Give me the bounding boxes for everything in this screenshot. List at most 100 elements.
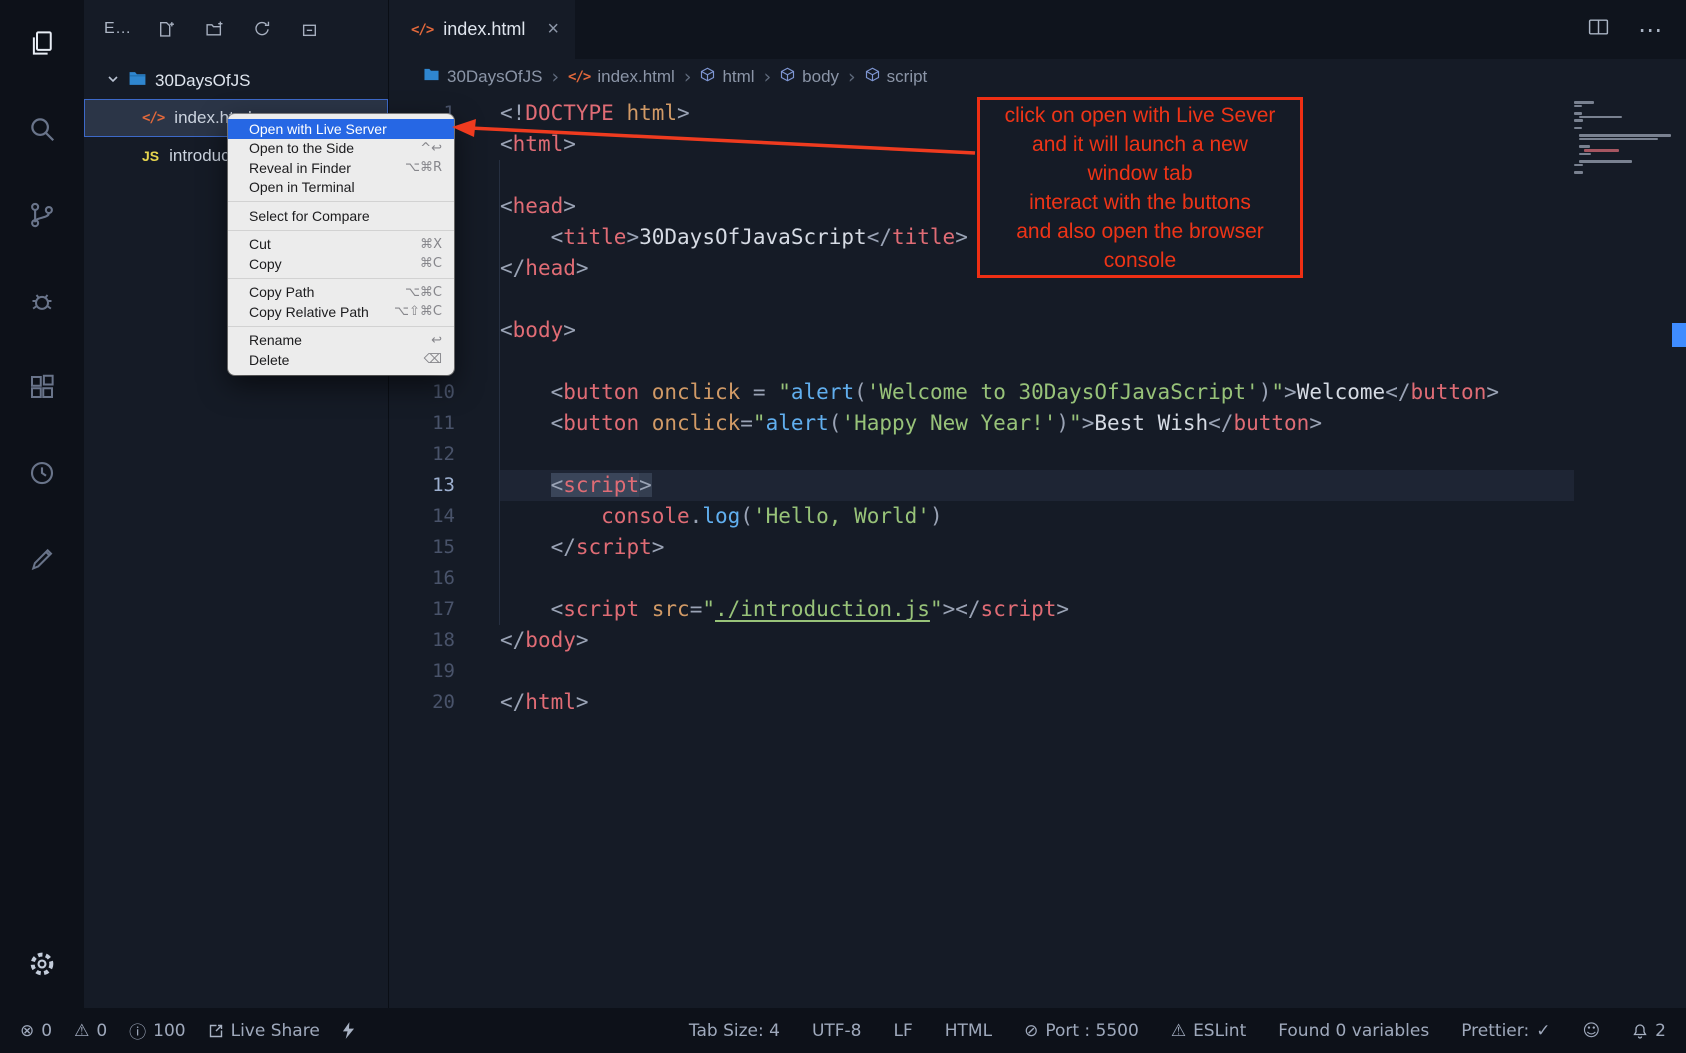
status-variables[interactable]: Found 0 variables [1278,1021,1429,1041]
minimap-line [1574,105,1582,108]
source-control-icon[interactable] [0,172,84,258]
menu-item-label: Copy Relative Path [249,304,394,320]
menu-item-copy-relative-path[interactable]: Copy Relative Path⌥⇧⌘C [228,302,454,322]
info-icon: ⓘ [129,1018,146,1043]
menu-item-copy[interactable]: Copy⌘C [228,254,454,274]
status-tab-size[interactable]: Tab Size: 4 [689,1021,780,1041]
collapse-all-icon[interactable] [301,20,319,38]
minimap-line [1574,171,1583,174]
breadcrumb-item-script[interactable]: script [865,67,928,87]
menu-item-open-with-live-server[interactable]: Open with Live Server [228,119,454,139]
settings-gear-icon[interactable] [0,920,84,1008]
minimap-line [1574,127,1582,130]
line-content: </body> [500,625,1574,656]
breadcrumb-item-30daysofjs[interactable]: 30DaysOfJS [423,67,542,87]
menu-item-rename[interactable]: Rename↩ [228,331,454,351]
context-menu: Open with Live ServerOpen to the Side^↩R… [228,114,454,375]
folder-icon [423,67,440,87]
code-line-12[interactable]: 12 [389,439,1686,470]
code-line-7[interactable]: 7 [389,284,1686,315]
status-errors[interactable]: ⊗0 [20,1021,52,1041]
menu-separator [228,201,454,202]
close-tab-icon[interactable]: × [547,18,559,41]
menu-item-shortcut: ⌫ [424,352,442,367]
minimap-line [1579,138,1658,141]
feedback-pen-icon[interactable] [0,516,84,602]
code-line-11[interactable]: 11 <button onclick="alert('Happy New Yea… [389,408,1686,439]
line-content: console.log('Hello, World') [500,501,1574,532]
status-text: Live Share [231,1021,320,1041]
code-line-10[interactable]: 10 <button onclick = "alert('Welcome to … [389,377,1686,408]
split-editor-icon[interactable] [1587,16,1610,43]
status-warnings[interactable]: ⚠0 [74,1021,107,1041]
menu-item-open-in-terminal[interactable]: Open in Terminal [228,178,454,198]
breadcrumb-item-html[interactable]: html [700,67,754,87]
menu-item-label: Copy Path [249,284,405,300]
code-line-14[interactable]: 14 console.log('Hello, World') [389,501,1686,532]
status-eslint[interactable]: ⚠ ESLint [1171,1021,1246,1041]
status-prettier[interactable]: Prettier:✓ [1461,1021,1550,1041]
symbol-cube-icon [780,67,795,87]
warning-icon: ⚠ [1171,1021,1186,1041]
status-text: ESLint [1193,1021,1246,1041]
line-number: 12 [389,439,455,470]
refresh-icon[interactable] [253,20,271,38]
code-line-8[interactable]: 8<body> [389,315,1686,346]
search-icon[interactable] [0,86,84,172]
status-text: 100 [153,1021,185,1041]
annotation-line: window tab [1087,159,1192,188]
status-port[interactable]: ⊘Port : 5500 [1024,1021,1139,1041]
status-encoding[interactable]: UTF-8 [812,1021,862,1041]
status-live-share[interactable]: Live Share [208,1021,320,1041]
status-language-mode[interactable]: HTML [945,1021,992,1041]
status-eol[interactable]: LF [894,1021,913,1041]
status-lightning[interactable] [342,1022,355,1039]
clock-icon[interactable] [0,430,84,516]
breadcrumb-item-index-html[interactable]: </>index.html [568,67,675,87]
annotation-line: and also open the browser [1016,217,1264,246]
explorer-icon[interactable] [0,0,84,86]
menu-item-label: Open with Live Server [249,121,442,137]
code-line-18[interactable]: 18 </body> [389,625,1686,656]
line-number: 10 [389,377,455,408]
code-line-13[interactable]: 13 <script> [389,470,1686,501]
tab-index-html[interactable]: </> index.html × [389,0,575,59]
new-file-icon[interactable] [157,20,175,38]
menu-item-cut[interactable]: Cut⌘X [228,235,454,255]
menu-separator [228,230,454,231]
menu-item-open-to-the-side[interactable]: Open to the Side^↩ [228,139,454,159]
debug-icon[interactable] [0,258,84,344]
line-number: 19 [389,656,455,687]
status-notifications[interactable]: 2 [1632,1021,1666,1041]
menu-item-delete[interactable]: Delete⌫ [228,350,454,370]
menu-item-select-for-compare[interactable]: Select for Compare [228,206,454,226]
menu-separator [228,278,454,279]
menu-item-shortcut: ^↩ [420,141,442,156]
code-line-9[interactable]: 9 [389,346,1686,377]
status-info[interactable]: ⓘ 100 [129,1018,185,1043]
annotation-line: and it will launch a new [1032,130,1248,159]
line-number: 13 [389,470,455,501]
code-line-20[interactable]: 20</html> [389,687,1686,718]
line-content [500,656,1574,687]
menu-item-reveal-in-finder[interactable]: Reveal in Finder⌥⌘R [228,158,454,178]
status-text: HTML [945,1021,992,1041]
folder-row-30daysofjs[interactable]: 30DaysOfJS [84,63,388,99]
menu-item-copy-path[interactable]: Copy Path⌥⌘C [228,283,454,303]
breadcrumb-item-body[interactable]: body [780,67,839,87]
folder-label: 30DaysOfJS [155,71,250,91]
status-text: Found 0 variables [1278,1021,1429,1041]
status-feedback-smiley[interactable]: ☺ [1582,1021,1600,1041]
code-line-16[interactable]: 16 [389,563,1686,594]
line-number: 18 [389,625,455,656]
code-line-17[interactable]: 17 <script src="./introduction.js"></scr… [389,594,1686,625]
menu-separator [228,326,454,327]
minimap[interactable] [1574,101,1670,175]
folder-icon [128,70,147,92]
code-line-19[interactable]: 19 [389,656,1686,687]
new-folder-icon[interactable] [205,20,223,38]
more-actions-icon[interactable]: ⋯ [1638,16,1662,44]
extensions-icon[interactable] [0,344,84,430]
status-text: LF [894,1021,913,1041]
code-line-15[interactable]: 15 </script> [389,532,1686,563]
